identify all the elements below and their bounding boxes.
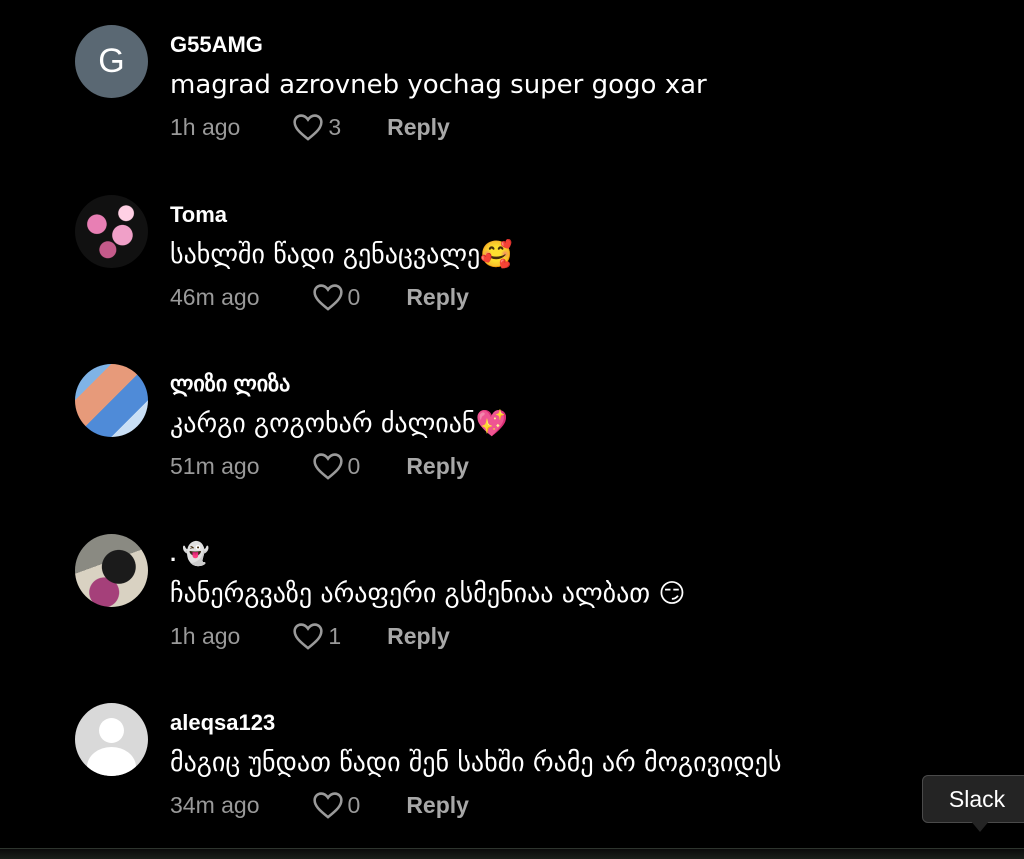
heart-icon bbox=[293, 623, 323, 650]
comment-item: ლიზი ლიზა კარგი გოგოხარ ძალიან💖 51m ago … bbox=[0, 339, 1024, 480]
comment-username[interactable]: aleqsa123 bbox=[170, 710, 275, 736]
reply-button[interactable]: Reply bbox=[406, 792, 469, 819]
avatar[interactable] bbox=[75, 703, 148, 776]
reply-button[interactable]: Reply bbox=[387, 623, 450, 650]
heart-icon bbox=[312, 284, 343, 311]
like-button[interactable]: 0 bbox=[312, 283, 361, 311]
like-button[interactable]: 3 bbox=[292, 113, 341, 141]
tooltip-arrow bbox=[970, 820, 990, 832]
avatar[interactable] bbox=[75, 534, 148, 607]
comment-meta: 51m ago 0 Reply bbox=[170, 450, 469, 482]
like-count: 1 bbox=[328, 622, 342, 649]
comment-time: 1h ago bbox=[170, 113, 241, 140]
comment-meta: 46m ago 0 Reply bbox=[170, 281, 469, 313]
like-count: 0 bbox=[347, 283, 361, 310]
heart-icon bbox=[293, 114, 323, 141]
comment-text: სახლში წადი გენაცვალე🥰 bbox=[170, 240, 513, 270]
comment-item: . 👻 ჩანერგვაზე არაფერი გსმენიაა ალბათ 😏 … bbox=[0, 509, 1024, 650]
person-icon bbox=[99, 718, 124, 743]
comment-time: 1h ago bbox=[170, 622, 241, 649]
heart-icon bbox=[312, 453, 343, 480]
dock-edge bbox=[0, 848, 1024, 859]
heart-icon bbox=[312, 792, 343, 819]
comment-text: magrad azrovneb yochag super gogo xar bbox=[170, 70, 707, 100]
comment-meta: 1h ago 1 Reply bbox=[170, 620, 450, 652]
reply-button[interactable]: Reply bbox=[406, 453, 469, 480]
comment-meta: 34m ago 0 Reply bbox=[170, 789, 469, 821]
reply-button[interactable]: Reply bbox=[406, 284, 469, 311]
like-button[interactable]: 1 bbox=[292, 622, 341, 650]
comment-username[interactable]: Toma bbox=[170, 202, 227, 228]
slack-tooltip: Slack bbox=[922, 775, 1024, 823]
like-button[interactable]: 0 bbox=[312, 452, 361, 480]
comment-text: მაგიც უნდათ წადი შენ სახში რამე არ მოგივ… bbox=[170, 748, 782, 778]
comment-item: Toma სახლში წადი გენაცვალე🥰 46m ago 0 Re… bbox=[0, 170, 1024, 311]
comment-text: კარგი გოგოხარ ძალიან💖 bbox=[170, 409, 508, 439]
like-count: 3 bbox=[328, 113, 342, 140]
comment-time: 34m ago bbox=[170, 791, 260, 818]
comment-meta: 1h ago 3 Reply bbox=[170, 111, 450, 143]
like-button[interactable]: 0 bbox=[312, 791, 361, 819]
avatar[interactable]: G bbox=[75, 25, 148, 98]
reply-button[interactable]: Reply bbox=[387, 114, 450, 141]
like-count: 0 bbox=[347, 452, 361, 479]
comment-time: 46m ago bbox=[170, 283, 260, 310]
avatar[interactable] bbox=[75, 195, 148, 268]
comment-username[interactable]: . 👻 bbox=[170, 541, 210, 567]
avatar[interactable] bbox=[75, 364, 148, 437]
comment-username[interactable]: G55AMG bbox=[170, 32, 263, 58]
comment-text: ჩანერგვაზე არაფერი გსმენიაა ალბათ 😏 bbox=[170, 579, 686, 609]
comment-username[interactable]: ლიზი ლიზა bbox=[170, 371, 290, 397]
like-count: 0 bbox=[347, 791, 361, 818]
comment-item: G G55AMG magrad azrovneb yochag super go… bbox=[0, 0, 1024, 141]
person-icon-body bbox=[87, 747, 136, 776]
comment-item: aleqsa123 მაგიც უნდათ წადი შენ სახში რამ… bbox=[0, 678, 1024, 819]
comment-time: 51m ago bbox=[170, 452, 260, 479]
